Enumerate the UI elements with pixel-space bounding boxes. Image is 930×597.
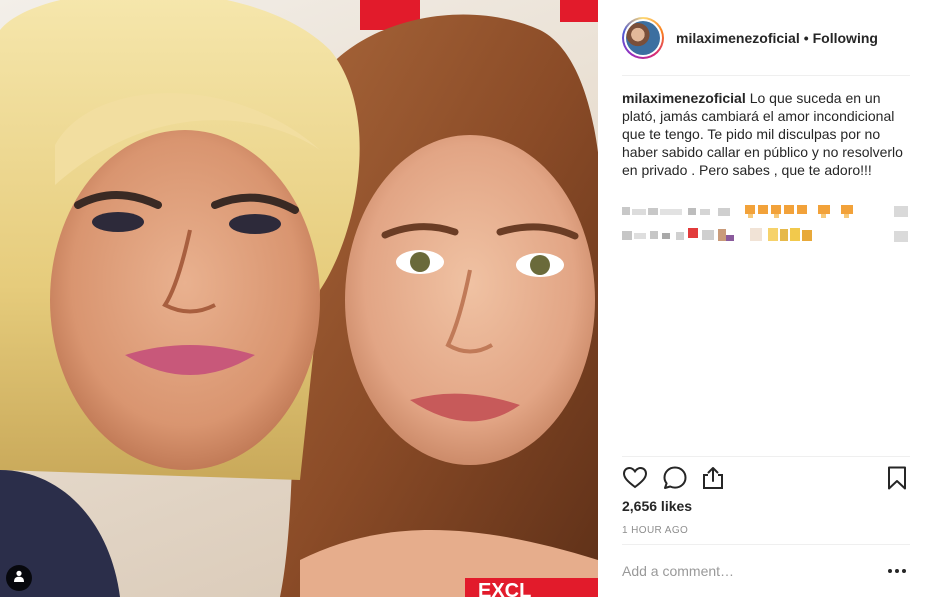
post-header: milaximenezoficial • Following	[622, 0, 910, 76]
post-caption: milaximenezoficial Lo que suceda en un pl…	[622, 89, 912, 179]
svg-text:EXCL: EXCL	[478, 580, 531, 597]
comment-button[interactable]	[662, 465, 688, 491]
like-button[interactable]	[622, 465, 648, 491]
more-options-button[interactable]	[888, 563, 906, 579]
caption-username-link[interactable]: milaximenezoficial	[622, 90, 746, 106]
bookmark-icon	[884, 465, 910, 491]
post-actions-bar	[622, 456, 910, 500]
comment-input[interactable]	[622, 563, 872, 579]
more-dots-icon	[888, 569, 892, 573]
separator-dot: •	[803, 29, 809, 46]
instagram-post: EXCL milaximenezoficial • Following mila…	[0, 0, 930, 597]
likes-count[interactable]: 2,656 likes	[622, 498, 692, 514]
avatar[interactable]	[622, 16, 664, 59]
tagged-users-button[interactable]	[6, 565, 32, 591]
comment-bubble-icon	[662, 465, 688, 491]
share-icon	[700, 465, 726, 491]
comment-form	[622, 544, 910, 597]
photo-artwork: EXCL	[0, 0, 598, 597]
username-link[interactable]: milaximenezoficial	[676, 30, 800, 46]
user-tag-icon	[13, 569, 25, 587]
save-button[interactable]	[884, 465, 910, 491]
following-button[interactable]: Following	[813, 30, 878, 46]
share-button[interactable]	[700, 465, 726, 491]
post-timestamp[interactable]: 1 HOUR AGO	[622, 525, 688, 536]
avatar-image	[626, 20, 660, 55]
post-photo[interactable]: EXCL	[0, 0, 598, 597]
pixelated-comment-area	[622, 205, 908, 242]
post-sidebar: milaximenezoficial • Following milaximen…	[598, 0, 930, 597]
heart-icon	[622, 465, 648, 491]
